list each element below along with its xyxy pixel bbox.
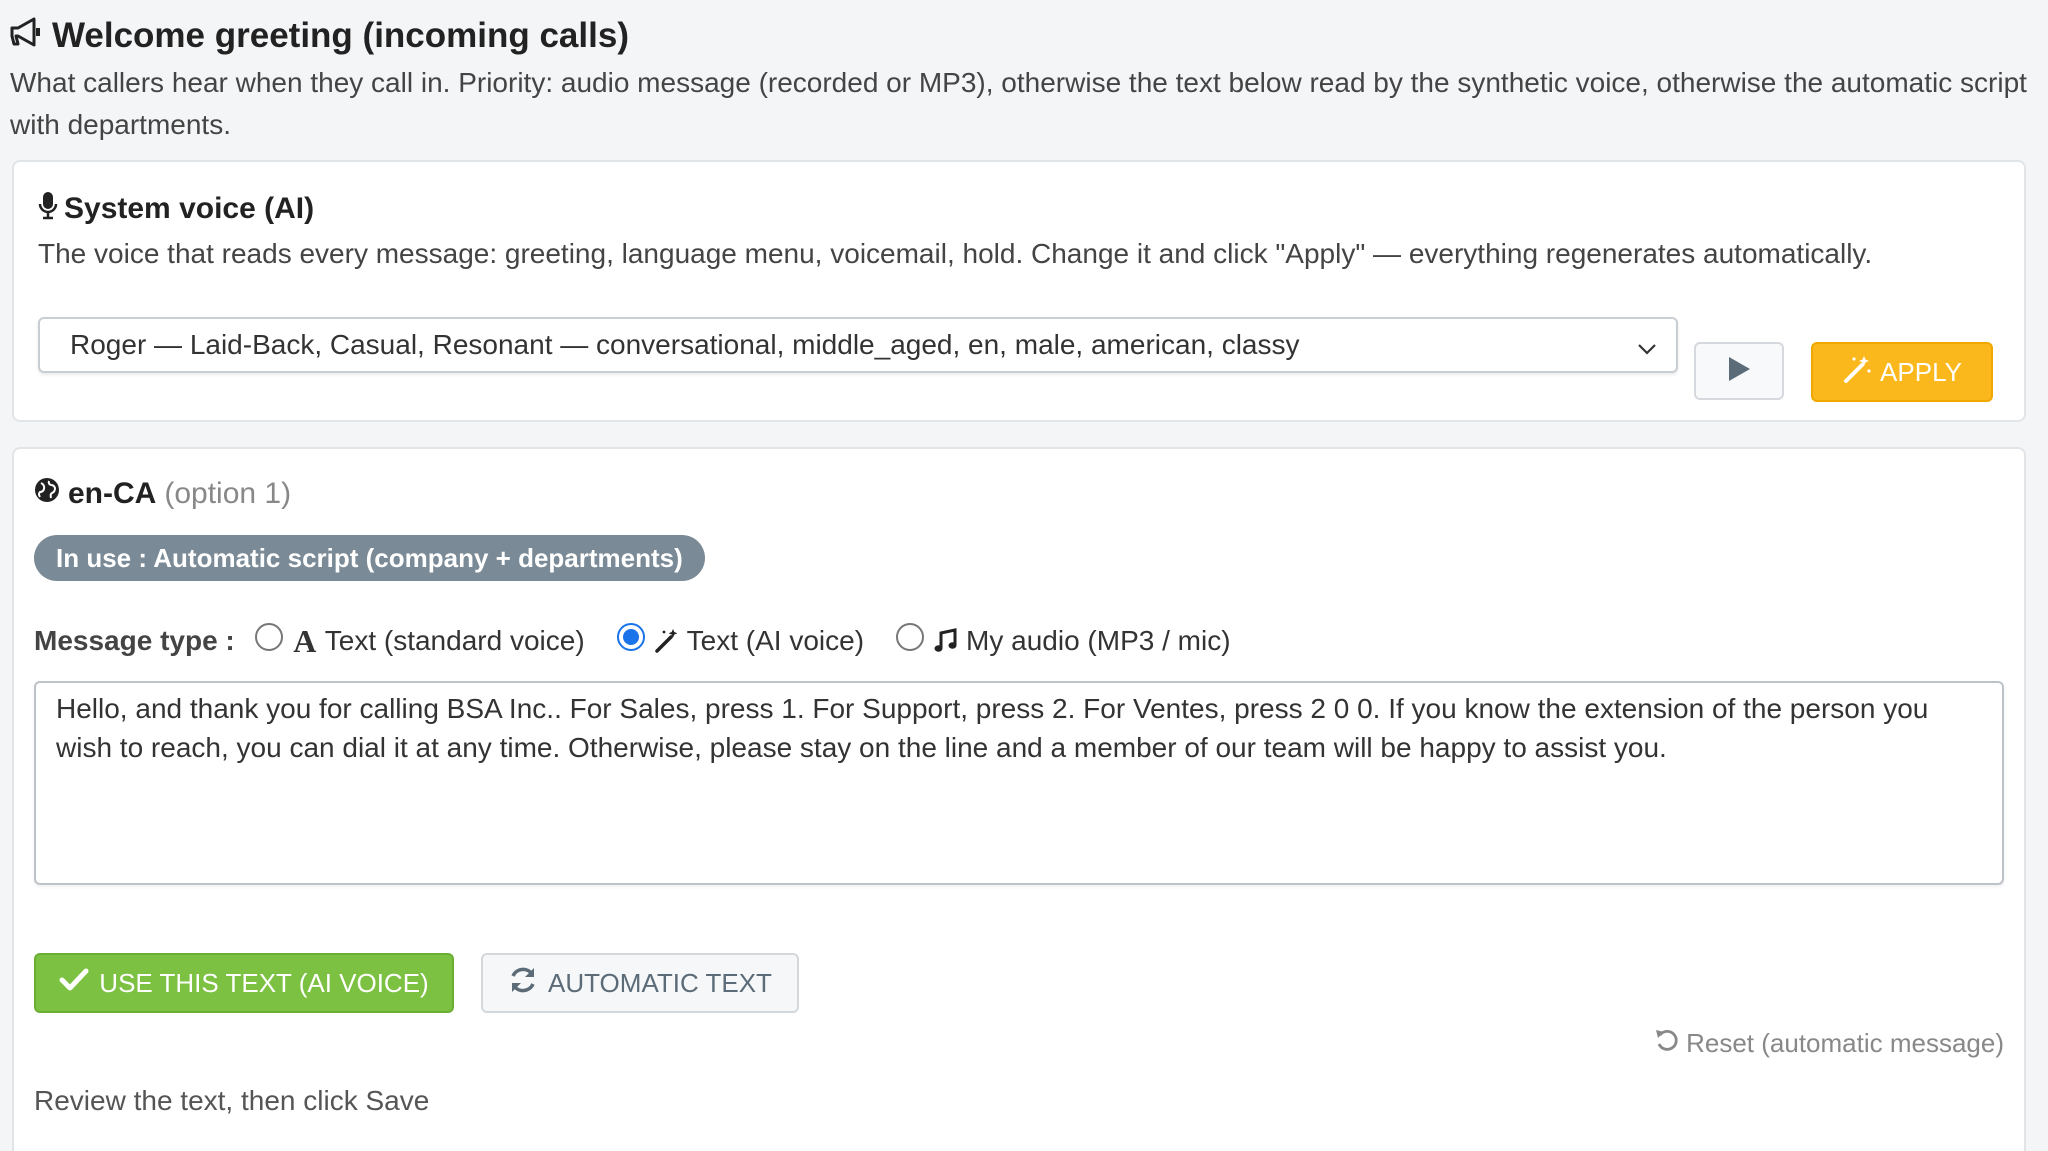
message-type-option-audio[interactable]: My audio (MP3 / mic) bbox=[896, 623, 1231, 657]
font-letter-icon: A bbox=[293, 622, 317, 659]
message-type-option-standard[interactable]: A Text (standard voice) bbox=[254, 622, 585, 659]
language-option: (option 1) bbox=[164, 477, 292, 510]
play-voice-button[interactable] bbox=[1694, 342, 1784, 400]
system-voice-description: The voice that reads every message: gree… bbox=[38, 238, 1873, 269]
system-voice-title: System voice (AI) bbox=[38, 190, 314, 228]
message-type-label: Message type : bbox=[34, 625, 235, 656]
automatic-text-label: AUTOMATIC TEXT bbox=[548, 967, 772, 998]
status-badge: In use : Automatic script (company + dep… bbox=[34, 535, 705, 581]
chevron-down-icon bbox=[1636, 335, 1658, 357]
undo-icon bbox=[1654, 1027, 1680, 1060]
play-icon bbox=[1725, 354, 1753, 389]
system-voice-title-text: System voice (AI) bbox=[64, 192, 315, 225]
reset-link-label: Reset (automatic message) bbox=[1686, 1028, 2004, 1058]
message-type-group: Message type : A Text (standard voice) T… bbox=[34, 621, 1263, 661]
microphone-icon bbox=[38, 190, 58, 228]
language-title: en-CA (option 1) bbox=[34, 477, 291, 511]
greeting-text-input[interactable]: Hello, and thank you for calling BSA Inc… bbox=[34, 681, 2004, 885]
voice-select-value: Roger — Laid-Back, Casual, Resonant — co… bbox=[70, 329, 1300, 360]
globe-icon bbox=[34, 477, 60, 511]
language-panel: en-CA (option 1) In use : Automatic scri… bbox=[12, 447, 2026, 1151]
apply-voice-button[interactable]: APPLY bbox=[1811, 342, 1993, 402]
option-label-ai: Text (AI voice) bbox=[686, 625, 865, 656]
option-label-audio: My audio (MP3 / mic) bbox=[966, 625, 1231, 656]
refresh-icon bbox=[508, 965, 538, 1002]
radio-my-audio[interactable] bbox=[896, 623, 925, 651]
review-hint: Review the text, then click Save bbox=[34, 1085, 430, 1116]
bullhorn-icon bbox=[10, 14, 44, 58]
message-type-option-ai[interactable]: Text (AI voice) bbox=[616, 623, 865, 657]
language-code: en-CA bbox=[68, 477, 157, 510]
magic-wand-icon bbox=[653, 627, 681, 655]
magic-wand-icon bbox=[1842, 354, 1872, 391]
use-this-text-label: USE THIS TEXT (AI VOICE) bbox=[99, 967, 429, 998]
option-label-standard: Text (standard voice) bbox=[324, 625, 585, 656]
page-title-text: Welcome greeting (incoming calls) bbox=[52, 16, 629, 55]
page-subtitle: What callers hear when they call in. Pri… bbox=[10, 67, 2027, 140]
page-header: Welcome greeting (incoming calls) What c… bbox=[10, 14, 2030, 146]
page-title: Welcome greeting (incoming calls) bbox=[10, 14, 2030, 58]
radio-text-standard[interactable] bbox=[254, 623, 283, 651]
voice-select[interactable]: Roger — Laid-Back, Casual, Resonant — co… bbox=[38, 317, 1678, 373]
reset-automatic-link[interactable]: Reset (automatic message) bbox=[1654, 1027, 2004, 1060]
music-note-icon bbox=[932, 627, 960, 655]
apply-button-label: APPLY bbox=[1880, 356, 1962, 387]
use-this-text-button[interactable]: USE THIS TEXT (AI VOICE) bbox=[34, 953, 454, 1013]
automatic-text-button[interactable]: AUTOMATIC TEXT bbox=[481, 953, 799, 1013]
system-voice-panel: System voice (AI) The voice that reads e… bbox=[12, 160, 2026, 422]
radio-text-ai[interactable] bbox=[616, 623, 645, 651]
checkmark-icon bbox=[59, 967, 89, 1000]
